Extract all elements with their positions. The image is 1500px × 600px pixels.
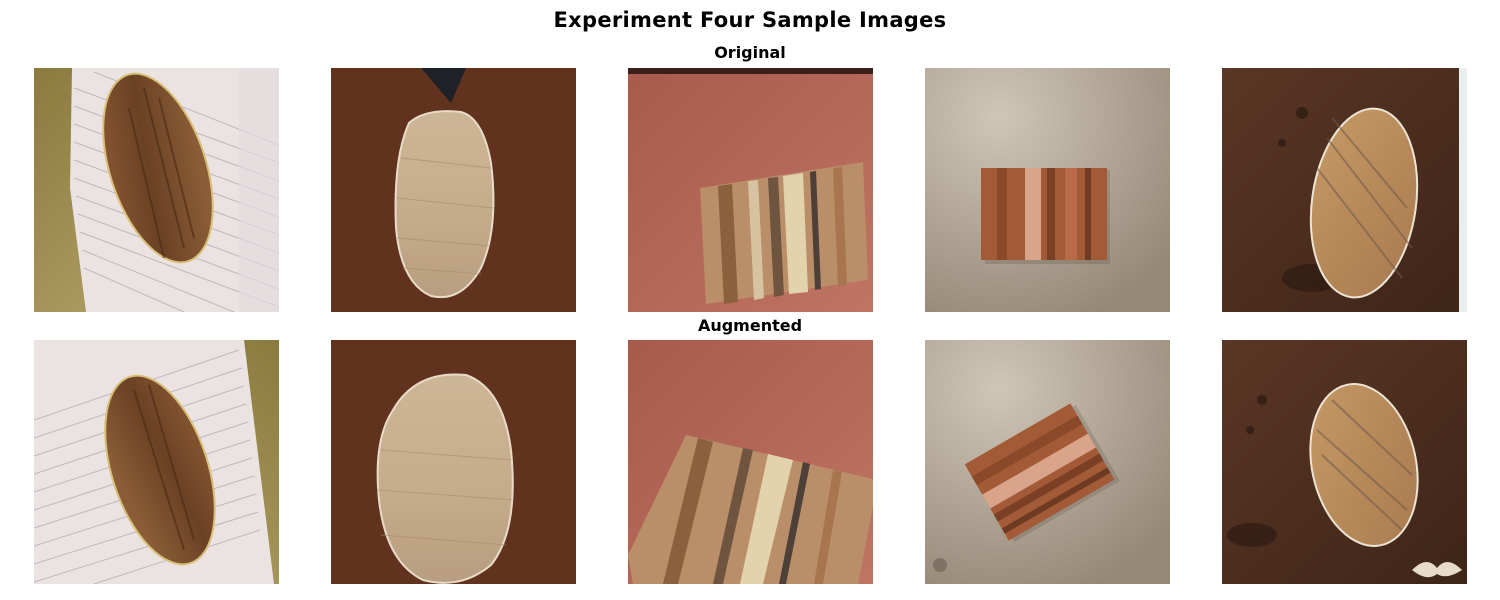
figure-title: Experiment Four Sample Images [553,8,947,32]
augmented-image-1 [34,340,279,584]
row-label-augmented: Augmented [697,316,803,335]
original-image-3 [628,68,873,312]
row-label-original: Original [714,43,786,62]
augmented-image-4 [925,340,1170,584]
original-image-2 [331,68,576,312]
original-image-4 [925,68,1170,312]
augmented-image-5 [1222,340,1467,584]
augmented-image-3 [628,340,873,584]
original-image-1 [34,68,279,312]
original-image-5 [1222,68,1467,312]
augmented-image-2 [331,340,576,584]
